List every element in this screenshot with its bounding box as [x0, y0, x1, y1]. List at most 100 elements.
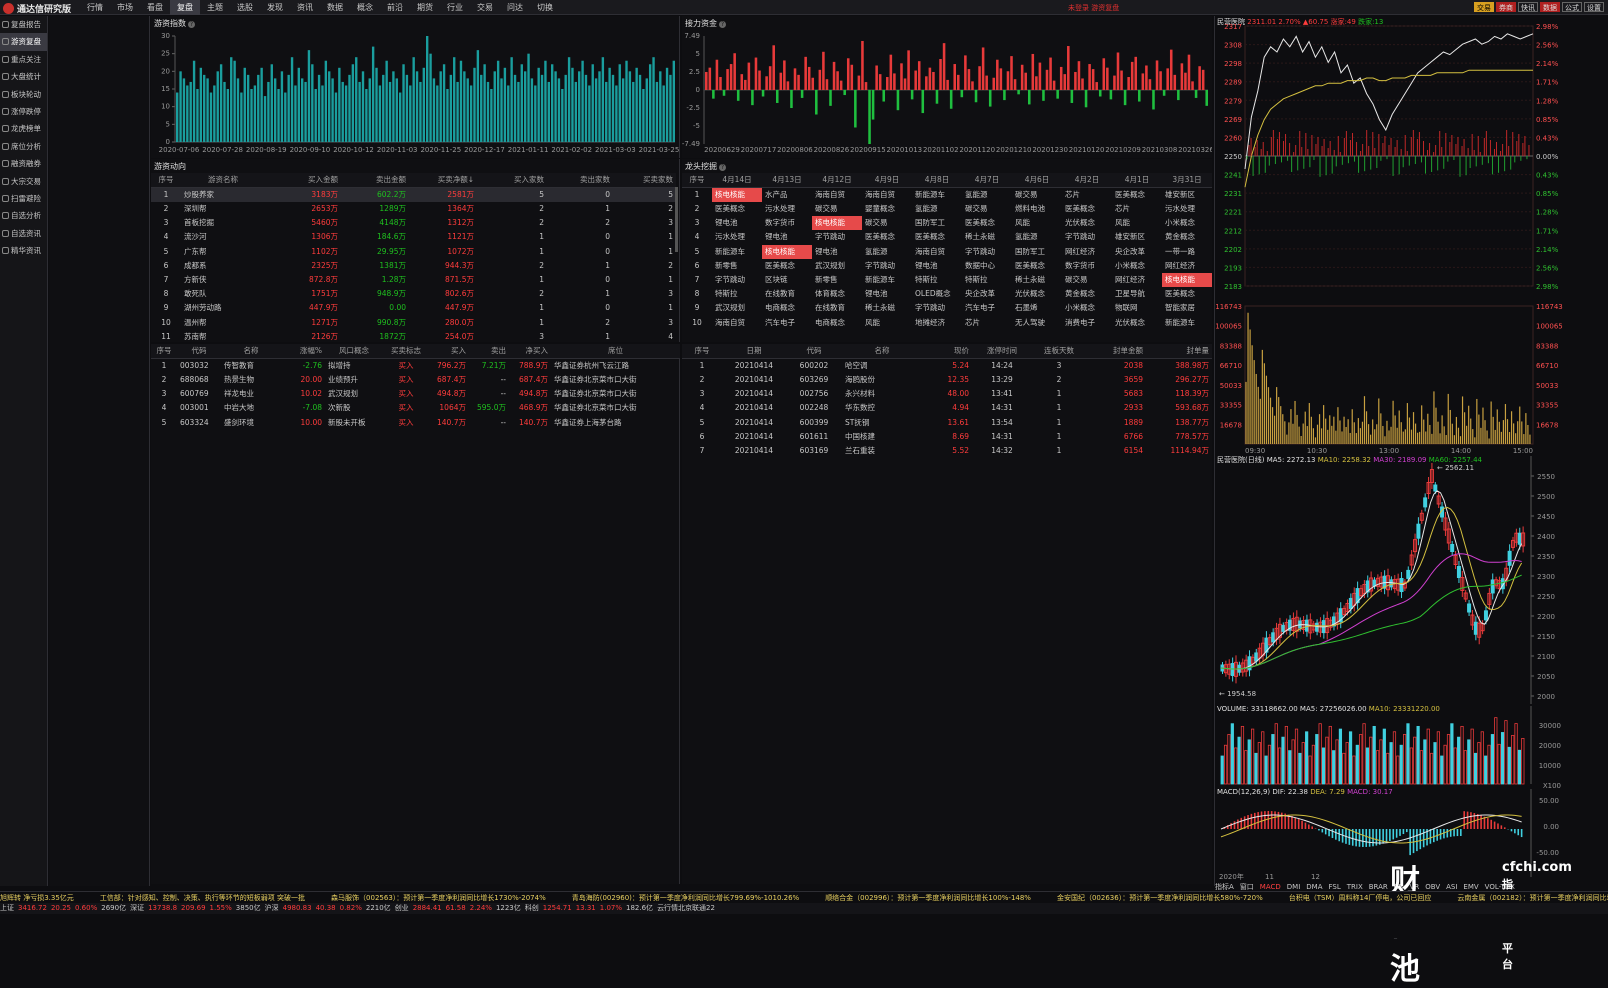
top-button[interactable]: 数据 — [1540, 2, 1560, 12]
sidebar-item[interactable]: 重点关注 — [0, 51, 47, 68]
table-row[interactable]: 7 20210414 603169 兰石重装 5.52 14:32 1 6154 1114.94… — [682, 444, 1212, 458]
column-header[interactable]: 4月13日 — [762, 173, 812, 188]
column-header[interactable]: 序号 — [682, 173, 712, 188]
help-icon[interactable]: ? — [719, 164, 726, 171]
table-row[interactable]: 8 敢死队 1751万 948.9万 802.6万 2 1 3 — [151, 287, 676, 301]
menu-item[interactable]: 切换 — [530, 0, 560, 15]
column-header[interactable]: 风口概念 — [325, 344, 383, 359]
menu-item[interactable]: 看盘 — [140, 0, 170, 15]
column-header[interactable]: 代码 — [786, 344, 842, 359]
column-header[interactable]: 日期 — [722, 344, 786, 359]
ticker-item[interactable]: 顺络合金（002996）：预计第一季度净利润同比增长100%-148% — [825, 894, 1031, 902]
login-alert[interactable]: 未登录 游资复盘 — [1068, 3, 1119, 13]
menu-item[interactable]: 行业 — [440, 0, 470, 15]
ticker-item[interactable]: 金安国纪（002636）：预计第一季度净利润同比增长580%-720% — [1057, 894, 1263, 902]
table-row[interactable]: 2 688068 热景生物 20.00 业绩预升 买入 687.4万 -- 687.4万 华鑫证券… — [151, 373, 680, 387]
column-header[interactable]: 卖出家数 — [547, 173, 613, 188]
column-header[interactable]: 序号 — [151, 344, 177, 359]
column-header[interactable]: 4月9日 — [862, 173, 912, 188]
table-row[interactable]: 7 字节跳动 区块链 新零售 新能源车 特斯拉 特斯拉 稀土永磁 碳交易 网红经济 核电核能 — [682, 272, 1212, 288]
table-row[interactable]: 4 污水处理 锂电池 字节跳动 医美概念 医美概念 稀土永磁 氢能源 字节跳动 雄安新区 黄金概念 — [682, 230, 1212, 244]
column-header[interactable]: 连板天数 — [1032, 344, 1086, 359]
table-row[interactable]: 6 成都系 2325万 1381万 944.3万 2 1 2 — [151, 259, 676, 273]
indicator-tab[interactable]: EMV — [1463, 883, 1478, 891]
menu-item[interactable]: 问达 — [500, 0, 530, 15]
table-row[interactable]: 9 武汉规划 电商概念 在线教育 稀土永磁 字节跳动 汽车电子 石墨烯 小米概念 物联网 智能家居 — [682, 301, 1212, 315]
column-header[interactable]: 封单金额 — [1086, 344, 1146, 359]
column-header[interactable]: 买入金额 — [265, 173, 341, 188]
table-row[interactable]: 3 锂电池 数字货币 核电核能 碳交易 国防军工 医美概念 风能 光伏概念 风能 小米概念 — [682, 216, 1212, 231]
column-header[interactable]: 代码 — [177, 344, 221, 359]
top-button[interactable]: 快讯 — [1518, 2, 1538, 12]
menu-item[interactable]: 主题 — [200, 0, 230, 15]
column-header[interactable]: 4月6日 — [1012, 173, 1062, 188]
top-button[interactable]: 券商 — [1496, 2, 1516, 12]
table-row[interactable]: 5 20210414 600399 ST抚钢 13.61 13:54 1 1889 138.77… — [682, 416, 1212, 430]
indicator-tab[interactable]: MACD — [1260, 883, 1281, 891]
indicator-tab[interactable]: OBV — [1425, 883, 1440, 891]
column-header[interactable]: 涨幅% — [281, 344, 325, 359]
column-header[interactable]: 买入家数 — [477, 173, 547, 188]
sidebar-item[interactable]: 板块轮动 — [0, 86, 47, 103]
indicator-tab[interactable]: FSL — [1329, 883, 1341, 891]
sidebar-item[interactable]: 自选分析 — [0, 207, 47, 224]
ticker-item[interactable]: 青岛海防(002960)：预计第一季度净利润同比增长799.69%-1010.2… — [572, 894, 799, 902]
table-row[interactable]: 4 流沙河 1306万 184.6万 1121万 1 0 1 — [151, 230, 676, 244]
menu-item[interactable]: 前沿 — [380, 0, 410, 15]
top-button[interactable]: 公式 — [1562, 2, 1582, 12]
ticker-item[interactable]: 云南金属（002182）：预计第一季度净利润同比增长64%-110% — [1457, 894, 1608, 902]
column-header[interactable]: 卖出 — [469, 344, 509, 359]
column-header[interactable]: 现价 — [922, 344, 972, 359]
table-row[interactable]: 11 苏南帮 2126万 1872万 254.0万 3 1 4 — [151, 330, 676, 344]
menu-item[interactable]: 市场 — [110, 0, 140, 15]
index-field[interactable]: 深证 — [130, 904, 144, 912]
index-field[interactable]: 创业 — [395, 904, 409, 912]
column-header[interactable]: 席位 — [551, 344, 680, 359]
column-header[interactable]: 序号 — [151, 173, 181, 188]
table-row[interactable]: 2 20210414 603269 海鸥股份 12.35 13:29 2 3659 296.27… — [682, 373, 1212, 387]
news-ticker[interactable]: 旭辉转 净亏损3.35亿元 工信部：针对感知、控制、决策、执行等环节的短板弱项 突… — [0, 891, 1608, 903]
sidebar-item[interactable]: 复盘报告 — [0, 16, 47, 33]
indicator-tab[interactable]: 窗口 — [1240, 883, 1254, 891]
index-field[interactable]: 沪深 — [265, 904, 279, 912]
table-row[interactable]: 7 方新侠 872.8万 1.28万 871.5万 1 0 1 — [151, 273, 676, 287]
column-header[interactable]: 4月7日 — [962, 173, 1012, 188]
column-header[interactable]: 4月8日 — [912, 173, 962, 188]
indicator-tab[interactable]: BRAR — [1369, 883, 1388, 891]
table-row[interactable]: 5 603324 盛剑环境 10.00 新股未开板 买入 140.7万 -- 140.7万 华鑫证… — [151, 416, 680, 430]
menu-item[interactable]: 行情 — [80, 0, 110, 15]
column-header[interactable]: 净买入 — [509, 344, 551, 359]
table-row[interactable]: 1 核电核能 水产品 海南自贸 海南自贸 新能源车 氢能源 碳交易 芯片 医美概念 雄安新区 — [682, 187, 1212, 202]
table-row[interactable]: 1 炒股养家 3183万 602.2万 2581万 5 0 5 — [151, 187, 676, 202]
indicator-tab[interactable]: TRIX — [1347, 883, 1363, 891]
table-row[interactable]: 4 20210414 002248 华东数控 4.94 14:31 1 2933 593.68万 — [682, 401, 1212, 415]
menu-item[interactable]: 复盘 — [170, 0, 200, 15]
menu-item[interactable]: 交易 — [470, 0, 500, 15]
column-header[interactable]: 涨停时间 — [972, 344, 1032, 359]
column-header[interactable]: 4月1日 — [1112, 173, 1162, 188]
table-row[interactable]: 6 20210414 601611 中国核建 8.69 14:31 1 6766 778.57万 — [682, 430, 1212, 444]
column-header[interactable]: 4月12日 — [812, 173, 862, 188]
table-row[interactable]: 9 湖州劳动路 447.9万 0.00 447.9万 1 0 1 — [151, 301, 676, 315]
sidebar-item[interactable]: 龙虎榜单 — [0, 120, 47, 137]
column-header[interactable]: 买卖标志 — [383, 344, 429, 359]
table-row[interactable]: 10 海南自贸 汽车电子 电商概念 风能 地摊经济 芯片 无人驾驶 消费电子 光伏概念 新能源车 — [682, 316, 1212, 330]
sidebar-item[interactable]: 大宗交易 — [0, 173, 47, 190]
column-header[interactable]: 买卖家数 — [613, 173, 676, 188]
indicator-tab[interactable]: DMA — [1306, 883, 1322, 891]
table-row[interactable]: 6 新零售 医美概念 武汉规划 字节跳动 锂电池 数据中心 医美概念 数字货币 小米概念 网红经济 — [682, 259, 1212, 273]
sidebar-item[interactable]: 席位分析 — [0, 138, 47, 155]
table-row[interactable]: 10 温州帮 1271万 990.8万 280.0万 1 2 3 — [151, 316, 676, 330]
sidebar-item[interactable]: 自选资讯 — [0, 225, 47, 242]
sidebar-item[interactable]: 涨停跌停 — [0, 103, 47, 120]
sidebar-item[interactable]: 融资融券 — [0, 155, 47, 172]
column-header[interactable]: 封单量 — [1146, 344, 1212, 359]
table-row[interactable]: 3 20210414 002756 永兴材料 48.00 13:41 1 5683 118.39… — [682, 387, 1212, 401]
ticker-item[interactable]: 工信部：针对感知、控制、决策、执行等环节的短板弱项 突破一批 — [100, 894, 305, 902]
column-header[interactable]: 名称 — [221, 344, 281, 359]
table-row[interactable]: 1 20210414 600202 哈空调 5.24 14:24 3 2038 388.98万 — [682, 359, 1212, 374]
sidebar-item[interactable]: 游资复盘 — [0, 33, 47, 51]
menu-item[interactable]: 数据 — [320, 0, 350, 15]
menu-item[interactable]: 资讯 — [290, 0, 320, 15]
table-row[interactable]: 4 003001 中岩大地 -7.08 次新股 买入 1064万 595.0万 468.9万 华鑫… — [151, 401, 680, 415]
